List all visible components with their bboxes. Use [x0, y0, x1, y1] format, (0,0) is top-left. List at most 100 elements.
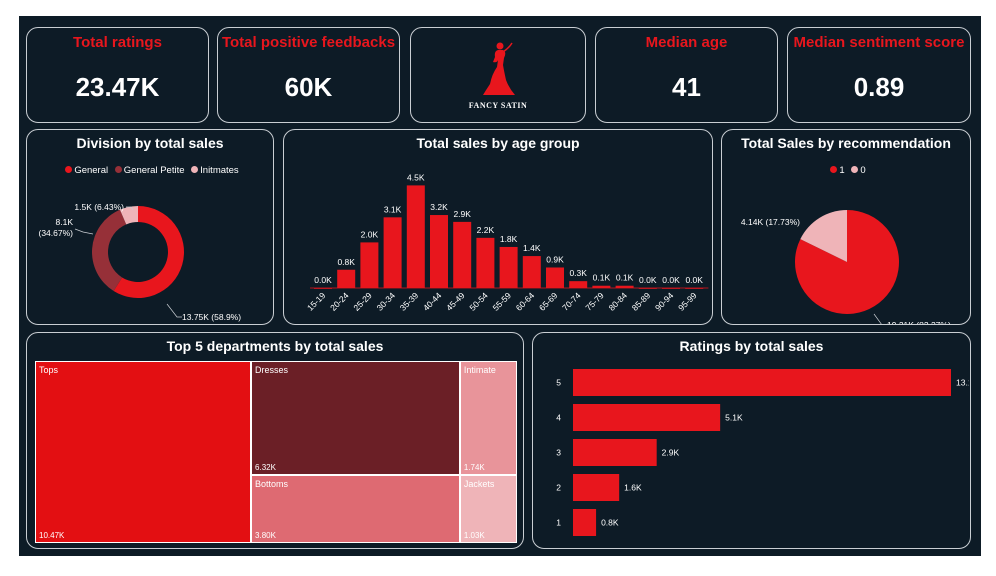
data-label: 2.0K: [361, 229, 379, 239]
dress-logo-icon: [483, 42, 515, 95]
x-tick-label: 90-94: [653, 290, 676, 313]
x-tick-label: 50-54: [467, 290, 490, 313]
bar: [662, 288, 680, 289]
treemap-cell-label: Dresses: [255, 365, 289, 375]
data-label: 19.21K (82.27%): [887, 320, 951, 324]
bar: [406, 185, 425, 288]
data-label: 1.6K: [624, 483, 642, 493]
age-bar-chart: 0.0K 15-19 0.8K 20-24 2.0K 25-29 3.1K 30-34 4.5K…: [305, 172, 709, 313]
data-label: 0.9K: [546, 254, 564, 264]
departments-chart-card[interactable]: Top 5 departments by total sales Tops 10.…: [26, 332, 524, 549]
treemap-cell-value: 3.80K: [255, 530, 276, 540]
y-tick-label: 2: [556, 483, 561, 493]
treemap-cell-value: 10.47K: [39, 531, 65, 540]
treemap-cell[interactable]: Intimate 1.74K: [459, 361, 517, 476]
kpi-value: 60K: [284, 72, 333, 102]
legend-swatch: [851, 166, 859, 173]
data-label: 5.1K: [725, 413, 743, 423]
chart-title: Top 5 departments by total sales: [166, 338, 384, 354]
bar: [615, 285, 634, 288]
data-label: 1.8K: [500, 234, 518, 244]
kpi-card-median-sentiment[interactable]: Median sentiment score 0.89: [787, 27, 971, 123]
chart-title: Total sales by age group: [416, 135, 580, 151]
bar: [430, 215, 448, 288]
bar: [383, 217, 402, 288]
data-label: 4.14K (17.73%): [741, 217, 800, 227]
x-tick-label: 55-59: [491, 290, 514, 313]
brand-logo-text: FANCY SATIN: [468, 101, 528, 110]
y-tick-label: 5: [556, 378, 561, 388]
bar: [573, 439, 657, 466]
kpi-card-total-positive-feedbacks[interactable]: Total positive feedbacks 60K: [217, 27, 400, 123]
y-tick-label: 4: [556, 413, 561, 423]
x-tick-label: 65-69: [537, 290, 560, 313]
chart-title: Ratings by total sales: [679, 338, 824, 354]
y-tick-label: 1: [556, 518, 561, 528]
data-label: 4.5K: [407, 172, 425, 182]
bar: [499, 246, 518, 288]
treemap-cell[interactable]: Jackets 1.03K: [459, 475, 517, 543]
recommendation-chart-card[interactable]: Total Sales by recommendation 1 0 19.21K…: [721, 129, 971, 325]
x-tick-label: 75-79: [583, 290, 606, 313]
bar: [573, 474, 620, 501]
chart-title: Division by total sales: [76, 135, 224, 151]
bar: [638, 288, 657, 289]
bar: [360, 242, 379, 288]
data-label: 1.5K (6.43%): [74, 202, 124, 212]
x-tick-label: 20-24: [328, 290, 351, 313]
kpi-value: 23.47K: [75, 72, 160, 102]
kpi-card-median-age[interactable]: Median age 41: [595, 27, 778, 123]
label-leader-line: [873, 313, 882, 324]
bar: [685, 288, 704, 289]
bar: [314, 288, 332, 289]
kpi-title: Median age: [645, 34, 728, 51]
data-label: 13.1K: [956, 378, 969, 388]
data-label: 13.75K (58.9%): [182, 312, 241, 322]
x-tick-label: 95-99: [676, 290, 699, 313]
bar: [573, 509, 597, 536]
data-label: 0.8K: [601, 518, 619, 528]
data-label: 0.0K: [685, 275, 703, 285]
x-tick-label: 85-89: [630, 290, 653, 313]
ratings-bar-chart: 5 13.1K 4 5.1K 3 2.9K 2 1.6K 1 0.8K: [556, 369, 969, 536]
recommendation-pie-chart: 19.21K (82.27%) 4.14K (17.73%): [741, 210, 951, 324]
departments-treemap: Tops 10.47K Dresses 6.32K Bottoms 3.80K Intima…: [35, 361, 517, 543]
x-tick-label: 35-39: [398, 290, 421, 313]
label-leader-line: [166, 303, 182, 318]
treemap-cell[interactable]: Tops 10.47K: [35, 361, 252, 543]
treemap-cell-value: 1.03K: [463, 530, 485, 540]
ratings-chart-card[interactable]: Ratings by total sales 5 13.1K 4 5.1K 3 2.9K 2…: [532, 332, 971, 549]
data-label: 2.9K: [453, 209, 471, 219]
bar: [569, 281, 588, 288]
treemap-cell-label: Jackets: [463, 479, 495, 490]
data-label: 0.1K: [593, 273, 611, 283]
x-tick-label: 80-84: [607, 290, 630, 313]
x-tick-label: 25-29: [351, 290, 374, 313]
bar: [453, 221, 472, 288]
treemap-cell[interactable]: Bottoms 3.80K: [251, 474, 460, 543]
bar: [522, 256, 541, 288]
data-label: 3.2K: [430, 202, 448, 212]
pie-slice: [92, 209, 127, 292]
bar: [573, 404, 721, 431]
data-label: 2.2K: [477, 225, 495, 235]
dashboard-canvas: Total ratings 23.47K Total positive feed…: [19, 16, 981, 556]
treemap-cell-label: Intimate: [463, 365, 496, 375]
legend-swatch: [830, 166, 838, 173]
division-chart-card[interactable]: Division by total sales General General …: [26, 129, 274, 325]
chart-title: Total Sales by recommendation: [741, 135, 951, 151]
kpi-value: 41: [672, 72, 701, 102]
data-label: 0.3K: [569, 268, 587, 278]
kpi-card-total-ratings[interactable]: Total ratings 23.47K: [26, 27, 209, 123]
age-chart-card[interactable]: Total sales by age group 0.0K 15-19 0.8K 20…: [283, 129, 713, 325]
data-label: 0.0K: [662, 275, 680, 285]
data-label: 1.4K: [523, 243, 541, 253]
treemap-cell[interactable]: Dresses 6.32K: [251, 361, 460, 475]
bar: [592, 285, 611, 288]
y-tick-label: 3: [556, 448, 561, 458]
data-label: (34.67%): [39, 228, 74, 238]
bar: [476, 237, 495, 288]
treemap-cell-label: Tops: [39, 365, 59, 375]
data-label: 0.0K: [314, 275, 332, 285]
x-tick-label: 30-34: [375, 290, 398, 313]
